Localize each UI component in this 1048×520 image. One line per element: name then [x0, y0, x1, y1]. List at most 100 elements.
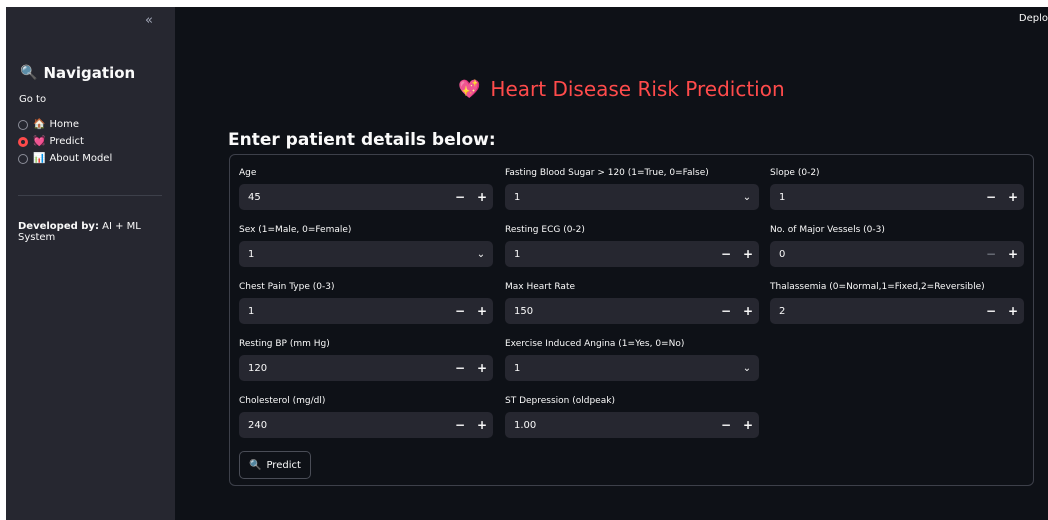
field-label: Sex (1=Male, 0=Female): [239, 225, 352, 235]
resting-bp-number-input[interactable]: 120 − +: [239, 355, 493, 381]
field-label: Slope (0-2): [770, 168, 820, 178]
field-label: Max Heart Rate: [505, 282, 576, 292]
resting-ecg-number-input[interactable]: 1 − +: [505, 241, 759, 267]
st-depression-number-input[interactable]: 1.00 − +: [505, 412, 759, 438]
increment-button[interactable]: +: [471, 418, 493, 432]
input-value[interactable]: 0: [779, 249, 980, 260]
sidebar-divider: [18, 195, 162, 196]
slope-number-input[interactable]: 1 − +: [770, 184, 1024, 210]
increment-button[interactable]: +: [1002, 190, 1024, 204]
decrement-button[interactable]: −: [449, 418, 471, 432]
radio-label-home: Home: [49, 119, 79, 130]
decrement-button[interactable]: −: [449, 361, 471, 375]
sparkling-heart-icon: 💖: [458, 78, 481, 100]
patient-form: Age 45 − + Sex (1=Male, 0=Female) 1 ⌄ Ch…: [229, 154, 1034, 486]
increment-button[interactable]: +: [1002, 247, 1024, 261]
page-title: 💖 Heart Disease Risk Prediction: [458, 77, 785, 101]
radio-label-predict: Predict: [49, 136, 84, 147]
increment-button[interactable]: +: [737, 304, 759, 318]
field-thalassemia: Thalassemia (0=Normal,1=Fixed,2=Reversib…: [770, 279, 1024, 324]
increment-button[interactable]: +: [471, 304, 493, 318]
input-value[interactable]: 1: [248, 306, 449, 317]
input-value[interactable]: 120: [248, 363, 449, 374]
decrement-button[interactable]: −: [715, 247, 737, 261]
input-value[interactable]: 2: [779, 306, 980, 317]
select-value[interactable]: 1: [514, 192, 735, 203]
field-label: ST Depression (oldpeak): [505, 396, 615, 406]
radio-option-predict[interactable]: 💓 Predict: [18, 133, 112, 150]
max-heart-rate-number-input[interactable]: 150 − +: [505, 298, 759, 324]
increment-button[interactable]: +: [737, 418, 759, 432]
sidebar: « 🔍 Navigation Go to 🏠 Home 💓 Predict 📊 …: [6, 7, 175, 520]
decrement-button[interactable]: −: [980, 304, 1002, 318]
field-label: Resting ECG (0-2): [505, 225, 585, 235]
radio-circle-selected[interactable]: [18, 136, 28, 147]
field-major-vessels: No. of Major Vessels (0-3) 0 − +: [770, 222, 1024, 267]
magnifier-icon: 🔍: [20, 65, 38, 81]
increment-button[interactable]: +: [1002, 304, 1024, 318]
input-value[interactable]: 1.00: [514, 420, 715, 431]
input-value[interactable]: 150: [514, 306, 715, 317]
magnifier-icon: 🔍: [249, 459, 262, 471]
chevron-down-icon[interactable]: ⌄: [735, 363, 759, 374]
page-radio-group: 🏠 Home 💓 Predict 📊 About Model: [18, 116, 112, 167]
exercise-angina-select[interactable]: 1 ⌄: [505, 355, 759, 381]
developed-by: Developed by: AI + ML System: [18, 221, 175, 243]
radio-label-about-model: About Model: [49, 153, 113, 164]
cholesterol-number-input[interactable]: 240 − +: [239, 412, 493, 438]
decrement-button[interactable]: −: [715, 304, 737, 318]
field-label: Thalassemia (0=Normal,1=Fixed,2=Reversib…: [770, 282, 985, 292]
chest-pain-number-input[interactable]: 1 − +: [239, 298, 493, 324]
field-label: Resting BP (mm Hg): [239, 339, 330, 349]
field-label: Cholesterol (mg/dl): [239, 396, 326, 406]
field-max-heart-rate: Max Heart Rate 150 − +: [505, 279, 759, 324]
fasting-blood-sugar-select[interactable]: 1 ⌄: [505, 184, 759, 210]
field-label: Age: [239, 168, 257, 178]
select-value[interactable]: 1: [514, 363, 735, 374]
form-subheader: Enter patient details below:: [228, 130, 496, 150]
chevron-down-icon[interactable]: ⌄: [469, 249, 493, 260]
radio-option-home[interactable]: 🏠 Home: [18, 116, 112, 133]
field-label: Fasting Blood Sugar > 120 (1=True, 0=Fal…: [505, 168, 709, 178]
age-number-input[interactable]: 45 − +: [239, 184, 493, 210]
radio-circle[interactable]: [18, 119, 28, 130]
field-sex: Sex (1=Male, 0=Female) 1 ⌄: [239, 222, 493, 267]
major-vessels-number-input[interactable]: 0 − +: [770, 241, 1024, 267]
select-value[interactable]: 1: [248, 249, 469, 260]
input-value[interactable]: 1: [779, 192, 980, 203]
developed-by-label: Developed by:: [18, 221, 99, 232]
decrement-button[interactable]: −: [449, 304, 471, 318]
heart-icon: 💓: [33, 136, 46, 147]
increment-button[interactable]: +: [737, 247, 759, 261]
deploy-button[interactable]: Deplo: [1019, 13, 1048, 24]
chevron-down-icon[interactable]: ⌄: [735, 192, 759, 203]
field-exercise-angina: Exercise Induced Angina (1=Yes, 0=No) 1 …: [505, 336, 759, 381]
collapse-sidebar-icon[interactable]: «: [145, 13, 153, 28]
field-age: Age 45 − +: [239, 165, 493, 210]
sex-select[interactable]: 1 ⌄: [239, 241, 493, 267]
field-cholesterol: Cholesterol (mg/dl) 240 − +: [239, 393, 493, 438]
field-slope: Slope (0-2) 1 − +: [770, 165, 1024, 210]
predict-button[interactable]: 🔍 Predict: [239, 451, 311, 479]
increment-button[interactable]: +: [471, 361, 493, 375]
radio-option-about-model[interactable]: 📊 About Model: [18, 150, 112, 167]
decrement-button[interactable]: −: [449, 190, 471, 204]
field-label: No. of Major Vessels (0-3): [770, 225, 885, 235]
input-value[interactable]: 240: [248, 420, 449, 431]
thalassemia-number-input[interactable]: 2 − +: [770, 298, 1024, 324]
radio-circle[interactable]: [18, 153, 28, 164]
field-resting-ecg: Resting ECG (0-2) 1 − +: [505, 222, 759, 267]
decrement-button[interactable]: −: [980, 247, 1002, 261]
go-to-label: Go to: [19, 94, 47, 105]
navigation-title-text: Navigation: [43, 64, 136, 82]
input-value[interactable]: 45: [248, 192, 449, 203]
navigation-title: 🔍 Navigation: [20, 64, 135, 82]
field-label: Exercise Induced Angina (1=Yes, 0=No): [505, 339, 685, 349]
page-title-text: Heart Disease Risk Prediction: [490, 77, 785, 101]
field-label: Chest Pain Type (0-3): [239, 282, 335, 292]
decrement-button[interactable]: −: [715, 418, 737, 432]
increment-button[interactable]: +: [471, 190, 493, 204]
field-resting-bp: Resting BP (mm Hg) 120 − +: [239, 336, 493, 381]
decrement-button[interactable]: −: [980, 190, 1002, 204]
input-value[interactable]: 1: [514, 249, 715, 260]
